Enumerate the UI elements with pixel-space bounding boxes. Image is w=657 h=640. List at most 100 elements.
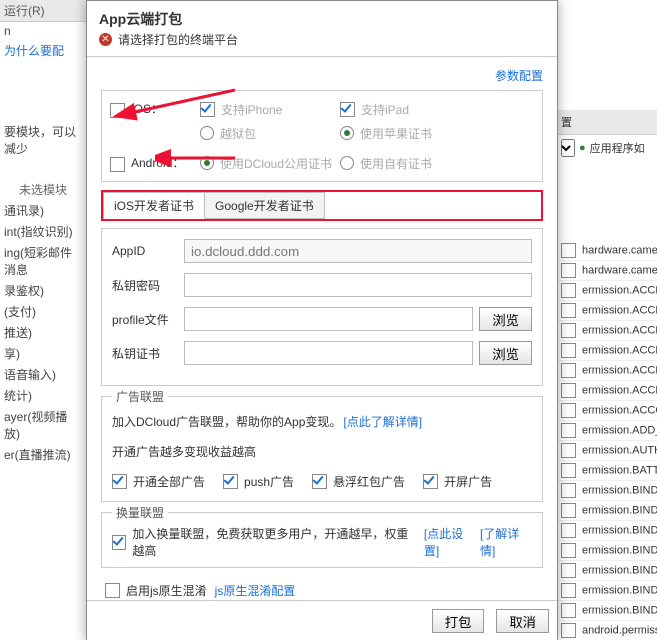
perm-checkbox[interactable]	[561, 303, 576, 318]
permission-row[interactable]: ermission.ACCESS	[557, 281, 657, 301]
permission-row[interactable]: ermission.BIND_D	[557, 581, 657, 601]
bg-link[interactable]: 为什么要配	[0, 40, 86, 61]
pack-button[interactable]: 打包	[432, 609, 485, 633]
permission-row[interactable]: ermission.BATTER	[557, 461, 657, 481]
browse-cert-button[interactable]: 浏览	[479, 341, 532, 365]
permission-row[interactable]: ermission.AUTHEN	[557, 441, 657, 461]
own-cert-radio	[340, 156, 354, 170]
perm-checkbox[interactable]	[561, 563, 576, 578]
perm-checkbox[interactable]	[561, 523, 576, 538]
perm-checkbox[interactable]	[561, 363, 576, 378]
highlight-box: iOS开发者证书 Google开发者证书	[101, 190, 543, 221]
apple-cert-radio	[340, 126, 354, 140]
left-item[interactable]: er(直播推流)	[0, 444, 86, 465]
ad-float-checkbox[interactable]	[312, 474, 327, 489]
params-link[interactable]: 参数配置	[495, 69, 543, 83]
tab-ios-cert[interactable]: iOS开发者证书	[103, 192, 205, 219]
permission-row[interactable]: hardware.camera.a	[557, 261, 657, 281]
permission-row[interactable]: ermission.BIND_D	[557, 541, 657, 561]
left-header: 未选模块	[0, 179, 86, 200]
permission-row[interactable]: ermission.ACCOUN	[557, 401, 657, 421]
permission-row[interactable]: ermission.BIND_C	[557, 521, 657, 541]
perm-checkbox[interactable]	[561, 443, 576, 458]
swap-checkbox[interactable]	[112, 535, 126, 550]
swap-learn-link[interactable]: [了解详情]	[480, 525, 532, 559]
cancel-button[interactable]: 取消	[496, 609, 549, 633]
perm-checkbox[interactable]	[561, 503, 576, 518]
swap-set-link[interactable]: [点此设置]	[424, 525, 476, 559]
permission-row[interactable]: ermission.BIND_D	[557, 561, 657, 581]
perm-checkbox[interactable]	[561, 583, 576, 598]
android-checkbox[interactable]	[110, 157, 125, 172]
iphone-checkbox	[200, 102, 215, 117]
cert-form: AppID 私钥密码 profile文件 浏览 私钥证书 浏览	[101, 228, 543, 386]
permission-row[interactable]: ermission.ACCESS_	[557, 381, 657, 401]
perm-checkbox[interactable]	[561, 403, 576, 418]
left-item[interactable]: 享)	[0, 343, 86, 364]
background-left: 运行(R) n 为什么要配 要模块，可以减少 未选模块 通讯录)int(指纹识别…	[0, 0, 87, 640]
perm-checkbox[interactable]	[561, 603, 576, 618]
jailbreak-radio	[200, 126, 214, 140]
permission-row[interactable]: ermission.BIND_A	[557, 481, 657, 501]
permission-row[interactable]: ermission.ACCESS_	[557, 361, 657, 381]
right-select[interactable]	[561, 139, 575, 157]
perm-checkbox[interactable]	[561, 343, 576, 358]
error-icon: ✕	[99, 33, 112, 46]
cert-field[interactable]	[184, 341, 473, 365]
tab-google-cert[interactable]: Google开发者证书	[204, 192, 325, 219]
perm-checkbox[interactable]	[561, 543, 576, 558]
ad-push-checkbox[interactable]	[223, 474, 238, 489]
left-item[interactable]: ing(短彩邮件消息	[0, 242, 86, 280]
perm-checkbox[interactable]	[561, 323, 576, 338]
swap-group: 换量联盟 加入换量联盟，免费获取更多用户，开通越早，权重越高 [点此设置] [了…	[101, 512, 543, 568]
background-right: 置 ● 应用程序如 hardware.camerahardware.camera…	[557, 0, 657, 640]
appid-label: AppID	[112, 244, 184, 258]
left-item[interactable]: 语音输入)	[0, 364, 86, 385]
dialog-title: App云端打包	[87, 1, 557, 31]
right-btn-text: 应用程序如	[590, 140, 645, 156]
jsmix-checkbox[interactable]	[105, 583, 120, 598]
profile-field[interactable]	[184, 307, 473, 331]
left-item[interactable]: 录鉴权)	[0, 280, 86, 301]
left-item[interactable]: int(指纹识别)	[0, 221, 86, 242]
perm-checkbox[interactable]	[561, 483, 576, 498]
permission-row[interactable]: ermission.ADD_VO	[557, 421, 657, 441]
perm-checkbox[interactable]	[561, 623, 576, 638]
perm-checkbox[interactable]	[561, 463, 576, 478]
ad-group-title: 广告联盟	[112, 388, 168, 405]
ios-checkbox[interactable]	[110, 103, 125, 118]
bg-text2: 要模块，可以减少	[0, 121, 86, 159]
profile-label: profile文件	[112, 311, 184, 328]
right-header: 置	[557, 110, 657, 135]
cert-label: 私钥证书	[112, 345, 184, 362]
menu-run[interactable]: 运行(R)	[0, 0, 86, 22]
perm-checkbox[interactable]	[561, 383, 576, 398]
permission-row[interactable]: hardware.camera	[557, 241, 657, 261]
permission-row[interactable]: ermission.ACCESS_	[557, 321, 657, 341]
pwd-field[interactable]	[184, 273, 532, 297]
left-item[interactable]: (支付)	[0, 301, 86, 322]
ad-learn-link[interactable]: [点此了解详情]	[343, 413, 422, 430]
ad-all-checkbox[interactable]	[112, 474, 127, 489]
left-item[interactable]: ayer(视频播放)	[0, 406, 86, 444]
permission-row[interactable]: android.permission.BIND.N	[557, 621, 657, 640]
permission-row[interactable]: ermission.BIND_A	[557, 501, 657, 521]
ipad-checkbox	[340, 102, 355, 117]
permission-row[interactable]: ermission.ACCESS_	[557, 341, 657, 361]
ad-line2: 开通广告越多变现收益越高	[112, 439, 532, 463]
left-item[interactable]: 统计)	[0, 385, 86, 406]
ad-splash-checkbox[interactable]	[423, 474, 438, 489]
perm-checkbox[interactable]	[561, 263, 576, 278]
pwd-label: 私钥密码	[112, 277, 184, 294]
left-item[interactable]: 通讯录)	[0, 200, 86, 221]
perm-checkbox[interactable]	[561, 423, 576, 438]
permission-row[interactable]: ermission.BIND_N	[557, 601, 657, 621]
perm-checkbox[interactable]	[561, 243, 576, 258]
appid-field[interactable]	[184, 239, 532, 263]
browse-profile-button[interactable]: 浏览	[479, 307, 532, 331]
perm-checkbox[interactable]	[561, 283, 576, 298]
left-item[interactable]: 推送)	[0, 322, 86, 343]
permission-row[interactable]: ermission.ACCESS_	[557, 301, 657, 321]
bg-text: n	[0, 22, 86, 40]
jsmix-link[interactable]: js原生混淆配置	[215, 582, 296, 599]
